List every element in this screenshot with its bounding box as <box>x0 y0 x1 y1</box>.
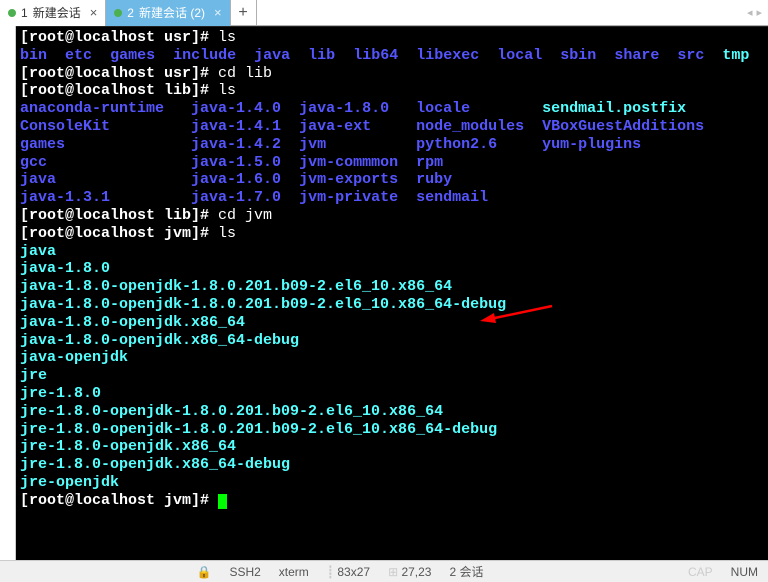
status-cap: CAP <box>688 565 713 579</box>
dir: local <box>497 47 542 64</box>
command: ls <box>218 225 236 242</box>
link: sendmail.postfix <box>542 100 686 117</box>
link: java-1.8.0-openjdk-1.8.0.201.b09-2.el6_1… <box>20 278 452 295</box>
status-sessions: 2 会话 <box>449 563 483 580</box>
dir: jvm <box>299 136 326 153</box>
lock-icon: 🔒 <box>196 565 211 579</box>
add-tab-button[interactable]: + <box>231 0 257 26</box>
status-bar: 🔒 SSH2 xterm ┋ 83x27 ⊞ 27,23 2 会话 CAP NU… <box>0 560 768 582</box>
prompt: [root@localhost jvm]# <box>20 492 218 509</box>
link: java-1.8.0 <box>20 260 110 277</box>
dir: node_modules <box>416 118 524 135</box>
dir: java-1.6.0 <box>191 171 281 188</box>
command: ls <box>218 82 236 99</box>
left-gutter <box>0 26 16 560</box>
dir: jvm-commmon <box>299 154 398 171</box>
prompt: [root@localhost lib]# <box>20 207 218 224</box>
dir: java-1.3.1 <box>20 189 110 206</box>
chevron-right-icon[interactable]: ▸ <box>756 6 762 19</box>
dir: java-1.8.0 <box>299 100 389 117</box>
dir: locale <box>416 100 470 117</box>
dir: rpm <box>416 154 443 171</box>
tab-index: 2 <box>127 6 134 20</box>
link: jre-1.8.0 <box>20 385 101 402</box>
dir: lib64 <box>353 47 398 64</box>
tab-label: 新建会话 <box>33 4 81 21</box>
link: jre-1.8.0-openjdk-1.8.0.201.b09-2.el6_10… <box>20 403 443 420</box>
link: java-1.8.0-openjdk.x86_64-debug <box>20 332 299 349</box>
close-icon[interactable]: × <box>90 5 98 20</box>
command: cd jvm <box>218 207 272 224</box>
dir: VBoxGuestAdditions <box>542 118 704 135</box>
dir: java-1.7.0 <box>191 189 281 206</box>
link: java-1.8.0-openjdk.x86_64 <box>20 314 245 331</box>
tab-label: 新建会话 (2) <box>139 4 205 21</box>
dir: java-ext <box>299 118 371 135</box>
link: tmp <box>722 47 749 64</box>
prompt: [root@localhost usr]# <box>20 65 218 82</box>
status-dot-icon <box>114 9 122 17</box>
dir: yum-plugins <box>542 136 641 153</box>
dir: sendmail <box>416 189 488 206</box>
dir: games <box>20 136 65 153</box>
dir: gcc <box>20 154 47 171</box>
dir: java <box>254 47 290 64</box>
link: java-openjdk <box>20 349 128 366</box>
cursor-icon <box>218 494 227 509</box>
dir: java-1.4.1 <box>191 118 281 135</box>
tab-bar: 1 新建会话 × 2 新建会话 (2) × + ◂ ▸ <box>0 0 768 26</box>
link: jre-1.8.0-openjdk.x86_64-debug <box>20 456 290 473</box>
prompt: [root@localhost lib]# <box>20 82 218 99</box>
status-dot-icon <box>8 9 16 17</box>
dir: ruby <box>416 171 452 188</box>
dir: ConsoleKit <box>20 118 110 135</box>
link: jre <box>20 367 47 384</box>
prompt: [root@localhost jvm]# <box>20 225 218 242</box>
tab-nav-arrows: ◂ ▸ <box>747 6 768 19</box>
status-num: NUM <box>731 565 758 579</box>
chevron-left-icon[interactable]: ◂ <box>747 6 753 19</box>
dir: python2.6 <box>416 136 497 153</box>
tab-session-1[interactable]: 1 新建会话 × <box>0 0 106 26</box>
status-protocol: SSH2 <box>229 565 260 579</box>
link: jre-1.8.0-openjdk-1.8.0.201.b09-2.el6_10… <box>20 421 497 438</box>
link: jre-openjdk <box>20 474 119 491</box>
dir: src <box>677 47 704 64</box>
dir: include <box>173 47 236 64</box>
dir: java-1.4.0 <box>191 100 281 117</box>
dir: sbin <box>560 47 596 64</box>
dir: java-1.4.2 <box>191 136 281 153</box>
status-term: xterm <box>279 565 309 579</box>
dir: java <box>20 171 56 188</box>
dir: etc <box>65 47 92 64</box>
dir: games <box>110 47 155 64</box>
status-pos: 27,23 <box>401 565 431 579</box>
command: ls <box>218 29 236 46</box>
dir: bin <box>20 47 47 64</box>
dir: jvm-private <box>299 189 398 206</box>
dir: java-1.5.0 <box>191 154 281 171</box>
status-size: 83x27 <box>337 565 370 579</box>
command: cd lib <box>218 65 272 82</box>
terminal-output[interactable]: [root@localhost usr]# ls bin etc games i… <box>16 26 768 560</box>
tab-index: 1 <box>21 6 28 20</box>
close-icon[interactable]: × <box>214 5 222 20</box>
prompt: [root@localhost usr]# <box>20 29 218 46</box>
dir: libexec <box>416 47 479 64</box>
dir: share <box>614 47 659 64</box>
dir: jvm-exports <box>299 171 398 188</box>
link: java <box>20 243 56 260</box>
dir: lib <box>308 47 335 64</box>
dir: anaconda-runtime <box>20 100 164 117</box>
link: java-1.8.0-openjdk-1.8.0.201.b09-2.el6_1… <box>20 296 506 313</box>
link: jre-1.8.0-openjdk.x86_64 <box>20 438 236 455</box>
tab-session-2[interactable]: 2 新建会话 (2) × <box>106 0 230 26</box>
